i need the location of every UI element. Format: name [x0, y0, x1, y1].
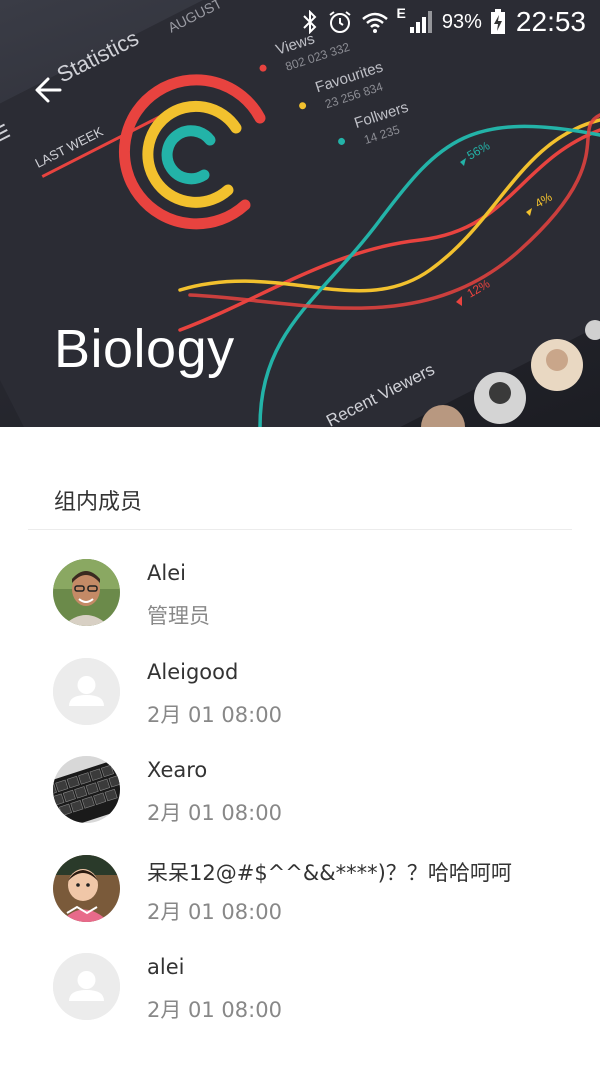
avatar [53, 756, 120, 823]
member-row[interactable]: 呆呆12@#$^^&&****)？？哈哈呵呵 2月 01 08:00 [0, 839, 600, 938]
members-section-title: 组内成员 [54, 490, 143, 515]
member-joined-time: 2月 01 08:00 [147, 801, 282, 825]
bluetooth-icon [301, 10, 319, 34]
member-role: 管理员 [147, 604, 210, 628]
status-time: 22:53 [515, 6, 586, 37]
avatar [53, 854, 120, 922]
member-name: Aleigood [147, 659, 239, 684]
status-bar: E 93% 22:53 [240, 0, 600, 44]
avatar [53, 657, 120, 725]
arrow-left-icon [35, 77, 62, 103]
member-name: Xearo [147, 758, 208, 782]
battery-percent: 93% [441, 10, 482, 33]
signal-icon [408, 9, 434, 35]
avatar [53, 953, 120, 1020]
member-name: Alei [147, 561, 186, 585]
network-type-label: E [396, 5, 406, 21]
section-divider [28, 529, 572, 530]
avatar [53, 559, 120, 626]
header-image: Statistics AUGUST LAST WEEK Views 802 02… [0, 0, 600, 427]
member-list: Alei 管理员 Aleigood 2月 01 08:00 Xearo 2月 0… [0, 543, 600, 1036]
battery-charging-icon [490, 9, 506, 35]
wifi-icon [361, 10, 389, 34]
member-row[interactable]: Xearo 2月 01 08:00 [0, 740, 600, 839]
back-button[interactable] [26, 68, 70, 112]
default-user-icon [53, 953, 120, 1020]
member-row[interactable]: alei 2月 01 08:00 [0, 937, 600, 1036]
default-user-icon [53, 657, 120, 725]
alarm-icon [327, 9, 353, 35]
member-joined-time: 2月 01 08:00 [147, 899, 282, 924]
member-joined-time: 2月 01 08:00 [147, 998, 282, 1022]
member-joined-time: 2月 01 08:00 [147, 702, 282, 727]
member-name: alei [147, 955, 185, 979]
page-title: Biology [54, 319, 235, 379]
member-row[interactable]: Aleigood 2月 01 08:00 [0, 642, 600, 741]
member-name: 呆呆12@#$^^&&****)？？哈哈呵呵 [147, 860, 512, 885]
member-row[interactable]: Alei 管理员 [0, 543, 600, 642]
